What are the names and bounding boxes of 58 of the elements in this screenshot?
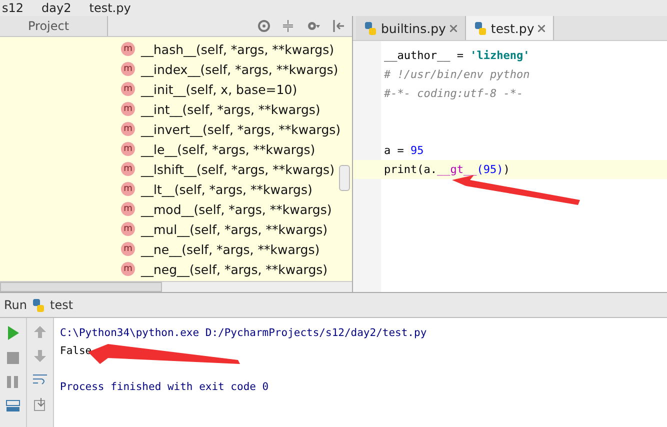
crosshair-icon[interactable] [258, 20, 270, 32]
editor-tab[interactable]: builtins.py [356, 16, 466, 40]
method-badge: m [121, 142, 135, 156]
close-icon[interactable] [450, 24, 457, 32]
layout-icon[interactable] [6, 400, 20, 412]
python-file-icon [364, 22, 377, 34]
method-item[interactable]: __index__(self, *args, **kwargs) [141, 62, 338, 76]
breadcrumb-item[interactable]: test.py [89, 0, 131, 16]
console-output-line: Process finished with exit code 0 [60, 381, 269, 393]
wrap-icon[interactable] [33, 374, 47, 386]
run-config-name: test [50, 298, 74, 312]
settings-icon[interactable] [306, 20, 320, 32]
method-item[interactable]: __neg__(self, *args, **kwargs) [141, 262, 328, 276]
code-line: a = 95 [384, 144, 424, 157]
method-badge: m [121, 42, 135, 56]
python-file-icon [474, 22, 487, 34]
method-badge: m [121, 82, 135, 96]
method-item[interactable]: __invert__(self, *args, **kwargs) [141, 122, 341, 136]
pause-icon[interactable] [7, 376, 19, 388]
code-line: # !/usr/bin/env python [384, 68, 530, 81]
method-item[interactable]: __lt__(self, *args, **kwargs) [141, 182, 312, 196]
code-line: #-*- coding:utf-8 -*- [384, 87, 524, 100]
breadcrumb-item[interactable]: s12 [2, 0, 24, 16]
up-arrow-icon[interactable] [34, 326, 46, 338]
method-badge: m [121, 202, 135, 216]
close-icon[interactable] [538, 24, 546, 32]
method-item[interactable]: __init__(self, x, base=10) [141, 82, 298, 96]
method-item[interactable]: __lshift__(self, *args, **kwargs) [141, 162, 334, 176]
method-badge: m [121, 242, 135, 256]
export-icon[interactable] [34, 398, 46, 411]
method-badge: m [121, 222, 135, 236]
method-badge: m [121, 262, 135, 276]
method-badge: m [121, 122, 135, 136]
console-output-line: C:\Python34\python.exe D:/PycharmProjects/s12/day2/test.py [60, 327, 427, 339]
method-badge: m [121, 182, 135, 196]
python-icon [32, 298, 46, 312]
scrollbar-thumb[interactable] [0, 282, 162, 292]
method-item[interactable]: __hash__(self, *args, **kwargs) [141, 42, 334, 56]
hide-panel-icon[interactable] [332, 20, 344, 32]
method-badge: m [121, 62, 135, 76]
code-line: __author__ = 'lizheng' [384, 49, 530, 62]
method-badge: m [121, 102, 135, 116]
editor-tab[interactable]: test.py [466, 16, 554, 40]
down-arrow-icon[interactable] [34, 350, 46, 362]
console-output-line: False [60, 345, 92, 357]
collapse-icon[interactable] [282, 20, 294, 32]
method-item[interactable]: __le__(self, *args, **kwargs) [141, 142, 316, 156]
code-line: print(a.__gt__(95)) [384, 163, 510, 176]
method-item[interactable]: __mul__(self, *args, **kwargs) [141, 222, 328, 236]
scrollbar-thumb[interactable] [339, 165, 350, 191]
method-item[interactable]: __ne__(self, *args, **kwargs) [141, 242, 320, 256]
method-badge: m [121, 162, 135, 176]
run-icon[interactable] [7, 326, 19, 340]
method-item[interactable]: __mod__(self, *args, **kwargs) [141, 202, 332, 216]
method-item[interactable]: __int__(self, *args, **kwargs) [141, 102, 320, 116]
breadcrumb-item[interactable]: day2 [42, 0, 72, 16]
run-panel-title: Run [4, 298, 28, 312]
project-dropdown[interactable]: Project [0, 16, 108, 36]
